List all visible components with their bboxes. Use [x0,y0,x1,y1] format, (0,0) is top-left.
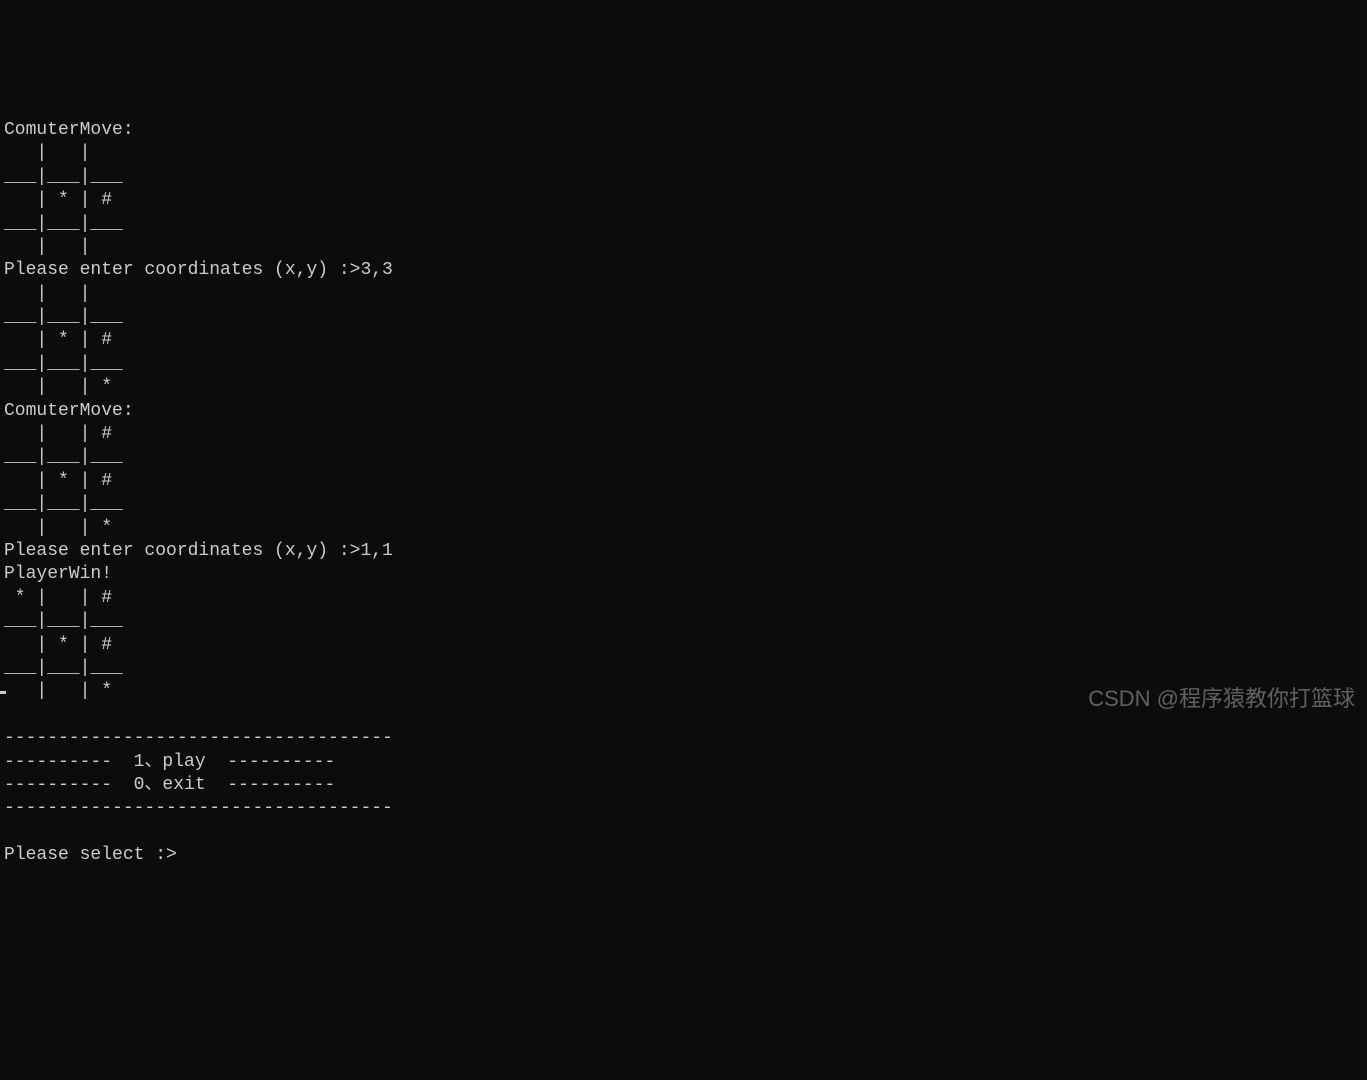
terminal-line: ___|___|___ [4,658,123,678]
terminal-line: Please enter coordinates (x,y) :>1,1 [4,541,393,561]
terminal-line: Please select :> [4,845,177,865]
terminal-line: Please enter coordinates (x,y) :>3,3 [4,260,393,280]
terminal-line: | | # [4,424,123,444]
terminal-line: * | | # [4,588,123,608]
terminal-line: ___|___|___ [4,447,123,467]
terminal-line: ComuterMove: [4,401,134,421]
terminal-line: ---------- 1、play ---------- [4,752,335,772]
terminal-line: | | [4,237,123,257]
terminal-line: | | * [4,518,123,538]
terminal-line: | | * [4,377,123,397]
terminal-line: ___|___|___ [4,307,123,327]
cursor-indicator [0,691,6,694]
terminal-line: ___|___|___ [4,354,123,374]
terminal-output[interactable]: ComuterMove: | | ___|___|___ | * | # ___… [0,94,1367,870]
terminal-line: | * | # [4,471,123,491]
terminal-line: ------------------------------------ [4,728,393,748]
terminal-line: | * | # [4,330,123,350]
terminal-line: ---------- 0、exit ---------- [4,775,335,795]
terminal-line: ___|___|___ [4,494,123,514]
terminal-line: PlayerWin! [4,564,112,584]
terminal-line: ___|___|___ [4,611,123,631]
terminal-line: ComuterMove: [4,120,134,140]
terminal-line: ___|___|___ [4,214,123,234]
terminal-line: | | [4,284,123,304]
terminal-line: | * | # [4,635,123,655]
terminal-line: | | [4,143,123,163]
terminal-line: | | * [4,681,123,701]
terminal-line: | * | # [4,190,123,210]
terminal-line: ------------------------------------ [4,798,393,818]
terminal-line: ___|___|___ [4,167,123,187]
